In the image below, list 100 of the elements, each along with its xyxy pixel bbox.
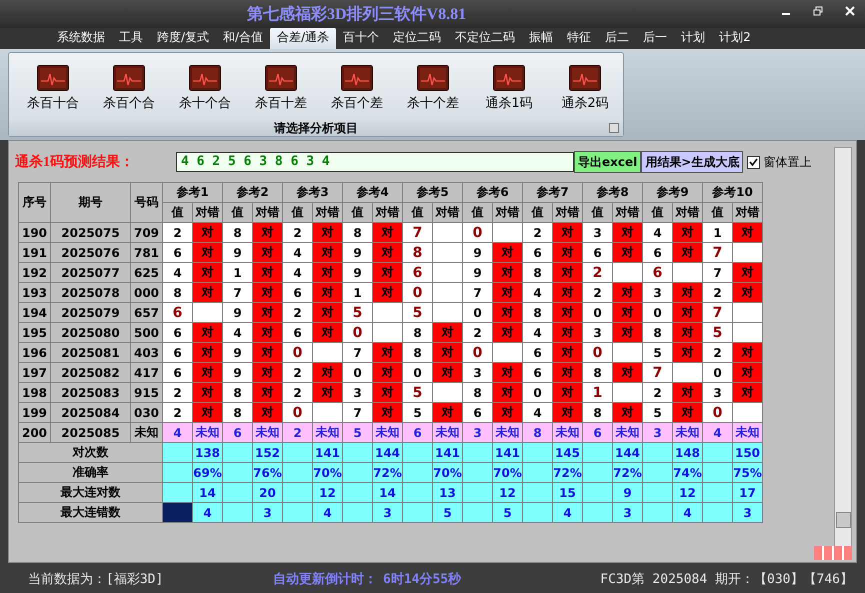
table-cell: 对 xyxy=(552,362,582,382)
table-cell: 3 xyxy=(642,422,672,442)
table-cell: 对 xyxy=(492,382,522,402)
table-cell: 8 xyxy=(162,282,192,302)
table-cell: 对 xyxy=(252,382,282,402)
menu-tab[interactable]: 计划 xyxy=(674,27,712,49)
menu-tab[interactable]: 计划2 xyxy=(712,27,758,49)
table-cell: 190 xyxy=(18,222,50,242)
progress-indicator xyxy=(814,546,852,560)
table-cell xyxy=(522,442,552,462)
checkbox[interactable] xyxy=(747,156,760,168)
generate-button[interactable]: 用结果>生成大底 xyxy=(641,151,744,173)
table-cell: 14 xyxy=(192,482,222,502)
table-cell: 3 xyxy=(582,322,612,342)
table-cell: 对 xyxy=(372,282,402,302)
ribbon-button[interactable]: 杀百十差 xyxy=(243,65,319,120)
column-header: 参考6 xyxy=(462,182,522,202)
table-cell: 对 xyxy=(612,362,642,382)
table-cell: 0 xyxy=(402,282,432,302)
menu-tab[interactable]: 特征 xyxy=(560,27,598,49)
table-cell: 对 xyxy=(732,342,762,362)
table-cell xyxy=(642,482,672,502)
column-header: 期号 xyxy=(50,182,130,222)
ribbon-button[interactable]: 杀百个差 xyxy=(319,65,395,120)
table-cell: 781 xyxy=(130,242,162,262)
table-cell: 6 xyxy=(402,422,432,442)
menu-tab[interactable]: 振幅 xyxy=(522,27,560,49)
table-cell: 709 xyxy=(130,222,162,242)
ribbon-button[interactable]: 杀百个合 xyxy=(91,65,167,120)
table-cell: 5 xyxy=(402,382,432,402)
export-button[interactable]: 导出excel xyxy=(574,151,642,173)
table-cell: 对 xyxy=(552,322,582,342)
column-header: 值 xyxy=(462,202,492,222)
table-cell: 准确率 xyxy=(18,462,162,482)
table-cell: 0 xyxy=(582,302,612,322)
table-cell: 对 xyxy=(552,262,582,282)
table-cell: 2 xyxy=(582,282,612,302)
dialog-launcher-icon[interactable] xyxy=(609,123,619,133)
table-cell: 0 xyxy=(402,362,432,382)
ribbon-button[interactable]: 杀十个差 xyxy=(395,65,471,120)
menu-tab[interactable]: 后一 xyxy=(636,27,674,49)
menu-tab[interactable]: 定位二码 xyxy=(386,27,448,49)
table-cell: 1 xyxy=(222,262,252,282)
table-cell: 17 xyxy=(732,482,762,502)
table-cell: 未知 xyxy=(492,422,522,442)
table-cell: 6 xyxy=(462,402,492,422)
prediction-field[interactable]: 4 6 2 5 6 3 8 6 3 4 xyxy=(176,152,574,172)
menu-tab[interactable]: 后二 xyxy=(598,27,636,49)
table-cell: 8 xyxy=(462,382,492,402)
close-icon[interactable] xyxy=(845,6,855,16)
table-cell: 2025085 xyxy=(50,422,130,442)
table-cell: 194 xyxy=(18,302,50,322)
column-header: 值 xyxy=(222,202,252,222)
heartbeat-monitor-icon xyxy=(113,65,145,91)
table-cell: 0 xyxy=(702,402,732,422)
table-cell: 对 xyxy=(312,222,342,242)
menu-tab[interactable]: 百十个 xyxy=(336,27,386,49)
checkbox-label: 窗体置上 xyxy=(763,154,812,170)
table-cell: 9 xyxy=(222,362,252,382)
table-cell: 对 xyxy=(612,282,642,302)
table-cell: 6 xyxy=(162,302,192,322)
table-cell: 9 xyxy=(612,482,642,502)
column-header: 参考9 xyxy=(642,182,702,202)
ribbon-button[interactable]: 杀十个合 xyxy=(167,65,243,120)
menu-tab[interactable]: 不定位二码 xyxy=(448,27,522,49)
column-header: 值 xyxy=(642,202,672,222)
table-cell: 5 xyxy=(342,302,372,322)
table-cell: 2025077 xyxy=(50,262,130,282)
menu-tab[interactable]: 和/合值 xyxy=(216,27,270,49)
column-header: 参考4 xyxy=(342,182,402,202)
table-cell: 对 xyxy=(312,382,342,402)
scroll-thumb[interactable] xyxy=(836,512,851,528)
table-cell: 0 xyxy=(462,342,492,362)
ribbon-button[interactable]: 通杀1码 xyxy=(471,65,547,120)
menu-tab[interactable]: 合差/通杀 xyxy=(270,27,336,49)
table-cell xyxy=(522,502,552,522)
menu-tab[interactable]: 系统数据 xyxy=(50,27,112,49)
draw-info: FC3D第 2025084 期开：【030】【746】 xyxy=(600,570,853,588)
menu-tab[interactable]: 跨度/复式 xyxy=(150,27,216,49)
column-header: 参考1 xyxy=(162,182,222,202)
table-cell: 0 xyxy=(282,402,312,422)
table-cell: 对 xyxy=(492,262,522,282)
table-cell: 4 xyxy=(192,502,222,522)
scrollbar[interactable] xyxy=(834,147,852,547)
table-cell: 对 xyxy=(312,302,342,322)
table-cell: 4 xyxy=(522,402,552,422)
ribbon-button[interactable]: 杀百十合 xyxy=(15,65,91,120)
table-cell: 196 xyxy=(18,342,50,362)
ribbon-button[interactable]: 通杀2码 xyxy=(547,65,623,120)
table-cell: 192 xyxy=(18,262,50,282)
table-cell: 70% xyxy=(312,462,342,482)
table-cell: 625 xyxy=(130,262,162,282)
table-cell: 对 xyxy=(612,222,642,242)
table-cell: 76% xyxy=(252,462,282,482)
table-cell: 72% xyxy=(612,462,642,482)
restore-icon[interactable] xyxy=(813,6,823,16)
menu-tab[interactable]: 工具 xyxy=(112,27,150,49)
table-cell: 4 xyxy=(222,322,252,342)
table-cell: 6 xyxy=(162,342,192,362)
table-cell: 000 xyxy=(130,282,162,302)
